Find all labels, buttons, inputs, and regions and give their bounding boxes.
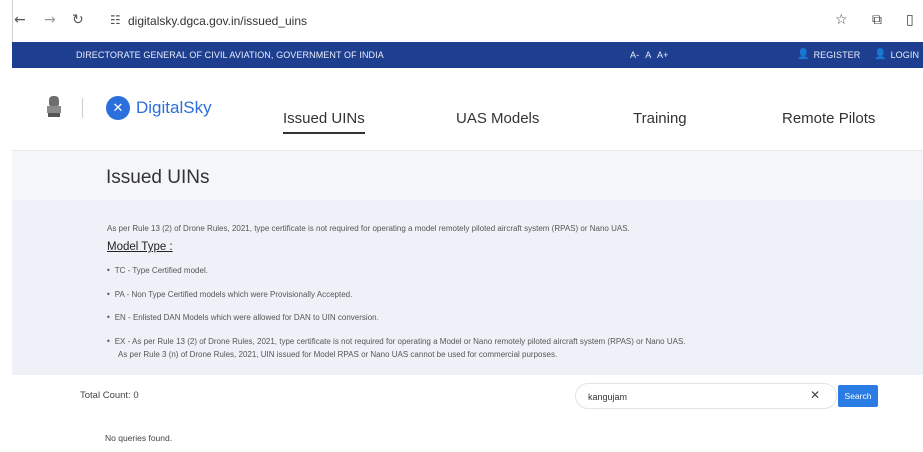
- clear-icon[interactable]: ✕: [810, 388, 820, 402]
- gov-title: DIRECTORATE GENERAL OF CIVIL AVIATION, G…: [76, 50, 384, 60]
- login-link[interactable]: 👤 LOGIN: [874, 49, 919, 60]
- model-type-info: As per Rule 13 (2) of Drone Rules, 2021,…: [12, 200, 923, 375]
- user-icon: 👤: [874, 49, 887, 60]
- model-type-heading: Model Type :: [107, 241, 173, 253]
- list-item: • TC - Type Certified model.: [106, 266, 208, 275]
- register-label: REGISTER: [813, 49, 861, 60]
- site-header: ✕ DigitalSky Issued UINs UAS Models Trai…: [12, 68, 923, 150]
- page-title: Issued UINs: [106, 167, 210, 188]
- gov-strip: DIRECTORATE GENERAL OF CIVIL AVIATION, G…: [12, 42, 923, 68]
- brand-name[interactable]: DigitalSky: [136, 98, 212, 118]
- header-divider: [82, 98, 83, 118]
- search-box: ✕: [575, 383, 837, 409]
- list-item: • PA - Non Type Certified models which we…: [106, 290, 353, 299]
- ex-note-line2: As per Rule 3 (n) of Drone Rules, 2021, …: [118, 350, 558, 359]
- national-emblem-icon: [46, 96, 62, 118]
- font-size-controls[interactable]: A- A A+: [630, 50, 668, 60]
- search-input[interactable]: [588, 389, 808, 405]
- nav-uas-models[interactable]: UAS Models: [456, 110, 539, 127]
- title-band: Issued UINs: [12, 150, 923, 200]
- total-count: Total Count: 0: [80, 390, 139, 401]
- results-section: Total Count: 0 ✕ Search No queries found…: [12, 375, 923, 452]
- nav-issued-uins[interactable]: Issued UINs: [283, 110, 365, 134]
- nav-remote-pilots[interactable]: Remote Pilots: [782, 110, 875, 127]
- login-label: LOGIN: [890, 49, 920, 60]
- rule-note: As per Rule 13 (2) of Drone Rules, 2021,…: [107, 224, 630, 233]
- search-button[interactable]: Search: [838, 385, 878, 407]
- digitalsky-logo-icon[interactable]: ✕: [106, 96, 130, 120]
- list-item: • EX - As per Rule 13 (2) of Drone Rules,…: [106, 337, 686, 346]
- register-link[interactable]: 👤 REGISTER: [797, 49, 860, 60]
- no-results-message: No queries found.: [105, 433, 173, 443]
- user-plus-icon: 👤: [797, 49, 810, 60]
- nav-training[interactable]: Training: [633, 110, 687, 127]
- list-item: • EN - Enlisted DAN Models which were all…: [106, 313, 379, 322]
